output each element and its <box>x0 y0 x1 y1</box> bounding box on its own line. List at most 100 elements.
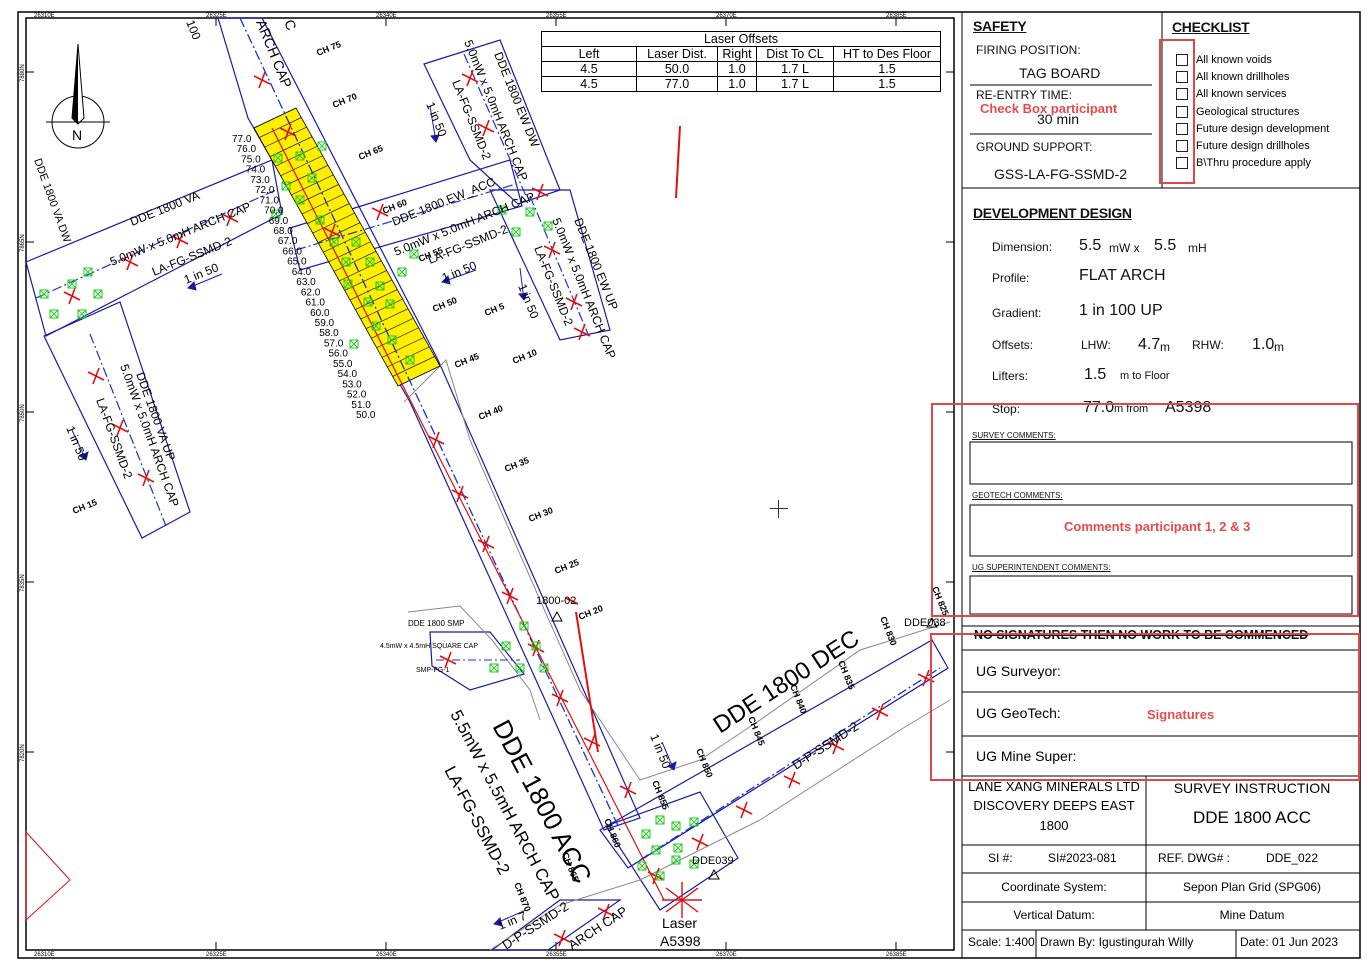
gradient-label: 1 in 50 <box>423 100 450 139</box>
profile-value: FLAT ARCH <box>1079 267 1166 284</box>
grid-label-x1: 26310E <box>34 13 55 19</box>
table-cell: 1.0 <box>717 61 757 77</box>
chainage-marker <box>87 367 105 385</box>
checklist-title: CHECKLIST <box>1172 19 1250 35</box>
chainage-label: CH 75 <box>315 39 342 58</box>
support-marker <box>689 817 699 827</box>
marker-stroke <box>575 611 599 753</box>
gradient-label: 1 in 50 <box>515 282 542 321</box>
support-marker <box>673 843 683 853</box>
coord-system-label: Coordinate System: <box>1001 880 1107 894</box>
date-text: Date: 01 Jun 2023 <box>1240 935 1339 949</box>
grid-label-x6-bottom: 26385E <box>886 952 907 958</box>
ref-dwg-value: DDE_022 <box>1266 851 1319 865</box>
laser-position-icon <box>662 882 702 918</box>
firing-position-label: FIRING POSITION: <box>976 43 1081 57</box>
gradient-label: 1 in 50 <box>440 258 479 285</box>
support-marker <box>671 821 681 831</box>
table-row: 4.5 50.0 1.0 1.7 L 1.5 <box>541 61 941 77</box>
north-arrow-icon: N <box>46 43 110 149</box>
chainage-marker <box>63 287 81 305</box>
station-dde038-label: DDE038 <box>904 617 946 629</box>
lhw-label: LHW: <box>1081 338 1111 352</box>
dec-support-label: D-P-SSMD-2 <box>789 719 861 773</box>
chainage-label: CH 860 <box>602 817 623 849</box>
drawn-by-text: Drawn By: Igustingurah Willy <box>1040 935 1194 949</box>
chainage-label: CH 870 <box>512 881 533 913</box>
checklist-item-label: All known voids <box>1196 54 1272 66</box>
checklist-item-label: Future design drillholes <box>1196 140 1310 152</box>
table-header: HT to Des Floor <box>833 46 941 62</box>
table-cell: 4.5 <box>541 61 637 77</box>
table-header: Left <box>541 46 637 62</box>
table-cell: 1.5 <box>833 61 941 77</box>
smp-label: DDE 1800 SMP <box>408 619 464 628</box>
table-cell: 50.0 <box>636 61 718 77</box>
checklist-item-label: B\Thru procedure apply <box>1196 157 1311 169</box>
dimension-width-unit: mW x <box>1109 241 1140 255</box>
checkbox-annotation-box <box>1159 39 1195 184</box>
checklist-item[interactable]: Future design development <box>1176 123 1329 135</box>
grid-label-y3: 7850N <box>20 404 26 422</box>
chainage-label: CH 5 <box>483 301 506 318</box>
dec-profile-label: ARCH CAP <box>565 903 630 952</box>
document-type: SURVEY INSTRUCTION <box>1173 780 1331 796</box>
ground-support-label: GROUND SUPPORT: <box>976 140 1093 154</box>
checklist-item[interactable]: B\Thru procedure apply <box>1176 157 1311 169</box>
station-dde039-label: DDE039 <box>692 855 734 867</box>
si-label: SI #: <box>988 851 1013 865</box>
chainage-label: CH 50 <box>431 295 458 314</box>
chainage-label: CH 40 <box>477 403 504 422</box>
laser-id-label: A5398 <box>660 933 701 949</box>
checklist-item[interactable]: Future design drillholes <box>1176 140 1310 152</box>
lhw-unit: m <box>1160 340 1170 354</box>
table-row: 4.5 77.0 1.0 1.7 L 1.5 <box>541 76 941 92</box>
crosshair-cursor-icon <box>770 500 788 518</box>
chainage-label: CH 830 <box>878 615 899 647</box>
gradient-label: Gradient: <box>992 306 1042 320</box>
table-cell: 4.5 <box>541 76 637 92</box>
smp-support-label: SMP-FG-1 <box>416 667 450 674</box>
checkbox-annotation-label: Check Box participant <box>980 101 1118 116</box>
vertical-datum-label: Vertical Datum: <box>1013 908 1095 922</box>
chainage-label: CH 20 <box>577 603 604 622</box>
table-cell: 1.7 L <box>756 61 834 77</box>
document-name: DDE 1800 ACC <box>1192 808 1312 827</box>
table-header: Laser Dist. <box>636 46 718 62</box>
smp-profile-label: 4.5mW x 4.5mH SQUARE CAP <box>380 643 478 650</box>
chainage-marker <box>735 801 753 819</box>
table-header: Dist To CL <box>756 46 834 62</box>
level-name: 1800 <box>1039 818 1069 833</box>
support-marker <box>641 829 651 839</box>
chainage-label: CH 35 <box>503 455 530 474</box>
support-marker <box>671 855 681 865</box>
grid-label-x5: 26370E <box>716 13 737 19</box>
dimension-height-unit: mH <box>1188 241 1207 255</box>
support-marker <box>397 267 407 277</box>
rhw-label: RHW: <box>1192 338 1224 352</box>
top-c-label: C <box>281 17 300 32</box>
lifters-value: 1.5 <box>1084 366 1107 383</box>
support-marker <box>651 845 661 855</box>
chainage-label: CH 30 <box>527 505 554 524</box>
chainage-label: CH 15 <box>71 497 98 516</box>
dimension-height: 5.5 <box>1154 237 1177 254</box>
grid-label-x2-bottom: 26325E <box>206 952 227 958</box>
chainage-marker <box>619 781 637 799</box>
dimension-width: 5.5 <box>1079 237 1102 254</box>
support-marker <box>49 309 59 319</box>
va-up-support-label: LA-FG-SSMD-2 <box>93 396 135 481</box>
table-cell: 77.0 <box>636 76 718 92</box>
chainage-label: CH 25 <box>553 557 580 576</box>
dde-1800-dec-label: DDE 1800 DEC <box>709 625 865 739</box>
project-name: DISCOVERY DEEPS EAST <box>973 798 1135 813</box>
grid-label-x5-bottom: 26370E <box>716 952 737 958</box>
vertical-datum-value: Mine Datum <box>1219 908 1285 922</box>
chainage-marker <box>137 469 155 487</box>
table-header: Right <box>717 46 757 62</box>
rhw-unit: m <box>1274 340 1284 354</box>
grid-label-y4: 7835N <box>20 574 26 592</box>
ref-dwg-label: REF. DWG# : <box>1158 851 1231 865</box>
grid-label-y5: 7820N <box>20 744 26 762</box>
gradient-label: 1 in 50 <box>63 424 90 463</box>
